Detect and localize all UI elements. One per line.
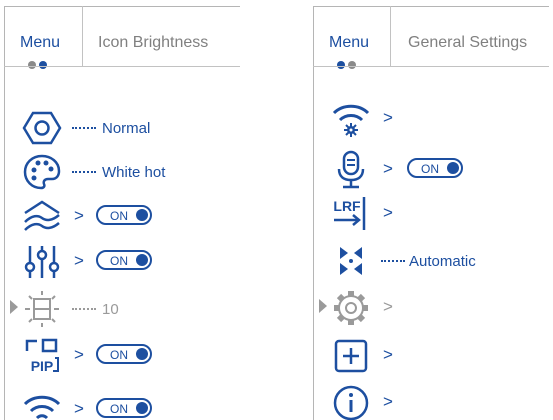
calibration-arrows-icon [331, 241, 371, 281]
toggle-label: ON [421, 162, 439, 176]
chevron-right-icon: > [383, 297, 393, 316]
waves-icon [22, 197, 62, 237]
panel-title: Icon Brightness [98, 34, 209, 51]
chevron-right-icon: > [74, 345, 84, 364]
toggle-switch[interactable]: ON [96, 398, 152, 418]
svg-text:PIP: PIP [31, 358, 54, 374]
menu-row-lrf[interactable]: LRF > [313, 194, 549, 234]
menu-row-add[interactable]: > [313, 336, 549, 376]
dotted-leader [72, 171, 96, 173]
row-value: Automatic [409, 253, 476, 270]
info-icon [331, 383, 371, 420]
menu-label: Menu [329, 34, 370, 51]
header-separator [4, 66, 240, 67]
row-value: White hot [102, 164, 166, 181]
hexagon-icon [22, 108, 62, 148]
page-dot [39, 61, 47, 69]
chevron-right-icon: > [383, 108, 393, 127]
toggle-label: ON [110, 209, 128, 223]
lrf-icon-text: LRF [333, 198, 361, 214]
dotted-leader [72, 127, 96, 129]
chevron-right-icon: > [74, 251, 84, 270]
chevron-right-icon: > [74, 206, 84, 225]
dotted-leader [72, 308, 96, 310]
menu-row-icon-brightness[interactable]: 10 [4, 289, 240, 329]
toggle-label: ON [110, 348, 128, 362]
menu-row-palette[interactable]: White hot [4, 152, 240, 192]
chevron-right-icon: > [383, 159, 393, 178]
menu-row-calibration[interactable]: Automatic [313, 241, 549, 281]
header-divider [82, 6, 83, 66]
toggle-switch[interactable]: ON [96, 250, 152, 270]
dotted-leader [381, 260, 405, 262]
toggle-knob [447, 162, 459, 174]
wifi-settings-icon [331, 99, 371, 139]
pip-icon: PIP [22, 336, 62, 376]
panel-title: General Settings [408, 34, 528, 51]
toggle-knob [136, 402, 148, 414]
menu-row-equalizer[interactable]: > ON [4, 242, 240, 282]
header-divider [390, 6, 391, 66]
page-dots [337, 56, 359, 74]
menu-panel-general-settings: Menu General Settings > > ON LRF > Autom… [313, 0, 549, 420]
selection-marker [10, 300, 18, 314]
toggle-switch[interactable]: ON [407, 158, 463, 178]
menu-row-wifi-settings[interactable]: > [313, 99, 549, 139]
toggle-label: ON [110, 402, 128, 416]
add-icon [331, 336, 371, 376]
toggle-knob [136, 209, 148, 221]
toggle-switch[interactable]: ON [96, 205, 152, 225]
menu-row-hexagon[interactable]: Normal [4, 108, 240, 148]
menu-row-waves[interactable]: > ON [4, 197, 240, 237]
page-dot-active [28, 61, 36, 69]
icon-brightness-icon [22, 289, 62, 329]
chevron-right-icon: > [383, 203, 393, 222]
chevron-right-icon: > [383, 345, 393, 364]
chevron-right-icon: > [74, 399, 84, 418]
menu-row-microphone[interactable]: > ON [313, 150, 549, 190]
row-value: Normal [102, 120, 151, 137]
toggle-switch[interactable]: ON [96, 344, 152, 364]
menu-row-info[interactable]: > [313, 383, 549, 420]
header-separator [313, 66, 549, 67]
panel-top-border [313, 6, 549, 7]
chevron-right-icon: > [383, 392, 393, 411]
microphone-icon [331, 150, 371, 190]
menu-label: Menu [20, 34, 61, 51]
lrf-icon: LRF [331, 194, 371, 234]
page-dot [337, 61, 345, 69]
menu-row-pip[interactable]: PIP > ON [4, 336, 240, 376]
toggle-knob [136, 254, 148, 266]
row-value: 10 [102, 301, 119, 318]
gear-icon [331, 288, 371, 328]
wifi-icon [22, 390, 62, 420]
page-dot-active [348, 61, 356, 69]
palette-icon [22, 152, 62, 192]
menu-row-wifi[interactable]: > ON [4, 390, 240, 420]
toggle-knob [136, 348, 148, 360]
page-dots [28, 56, 50, 74]
selection-marker [319, 299, 327, 313]
menu-panel-icon-brightness: Menu Icon Brightness Normal White hot > … [4, 0, 240, 420]
equalizer-icon [22, 242, 62, 282]
menu-row-general-settings[interactable]: > [313, 288, 549, 328]
panel-top-border [4, 6, 240, 7]
toggle-label: ON [110, 254, 128, 268]
